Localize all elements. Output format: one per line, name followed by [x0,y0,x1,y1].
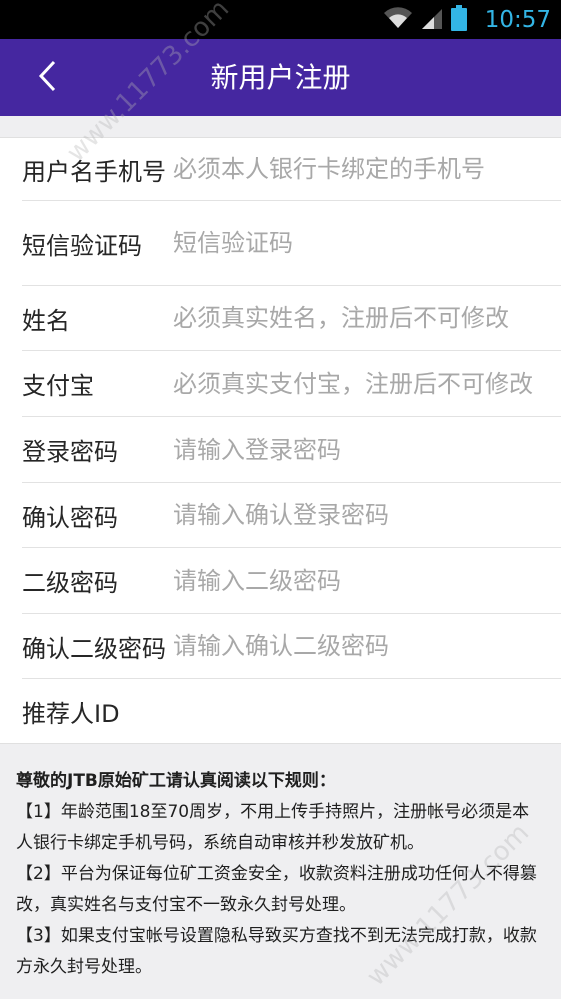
registration-form: 用户名手机号 短信验证码 姓名 支付宝 登录密码 确认密码 二级密码 确认二级密… [0,137,561,744]
form-row-confirm-password: 确认密码 [22,483,561,548]
phone-input[interactable] [173,138,561,200]
app-bar: 新用户注册 [0,39,561,116]
wifi-icon [383,6,413,34]
sms-code-label: 短信验证码 [22,231,142,260]
confirm-secondary-password-label: 确认二级密码 [22,634,166,663]
rules-section: 尊敬的JTB原始矿工请认真阅读以下规则： 【1】年龄范围18至70周岁，不用上传… [16,766,546,983]
alipay-label: 支付宝 [22,372,94,400]
form-row-name: 姓名 [22,286,561,351]
form-row-referrer: 推荐人ID [22,679,561,743]
name-label: 姓名 [22,306,70,335]
login-password-input[interactable] [173,417,561,482]
rule-item: 【1】年龄范围18至70周岁，不用上传手持照片，注册帐号必须是本人银行卡绑定手机… [16,802,530,853]
alipay-input[interactable] [173,351,561,416]
name-input[interactable] [173,286,561,350]
form-row-sms-code: 短信验证码 [22,201,561,286]
back-button[interactable] [22,53,72,103]
sms-code-input[interactable] [173,201,561,285]
form-row-secondary-password: 二级密码 [22,548,561,614]
login-password-label: 登录密码 [22,438,118,466]
secondary-password-label: 二级密码 [22,569,118,597]
form-row-login-password: 登录密码 [22,417,561,483]
form-row-phone: 用户名手机号 [22,138,561,201]
secondary-password-input[interactable] [173,548,561,613]
form-row-alipay: 支付宝 [22,351,561,417]
status-time: 10:57 [484,6,551,33]
confirm-password-label: 确认密码 [22,503,118,532]
status-icons: 10:57 [383,0,551,39]
form-row-confirm-secondary-password: 确认二级密码 [22,614,561,679]
rule-item: 【3】如果支付宝帐号设置隐私导致买方查找不到无法完成打款，收款方永久封号处理。 [16,926,537,977]
page-title: 新用户注册 [210,61,351,94]
chevron-left-icon [36,59,58,97]
status-bar: 10:57 [0,0,561,39]
phone-label: 用户名手机号 [22,157,166,186]
rule-item: 【2】平台为保证每位矿工资金安全，收款资料注册成功任何人不得篡改，真实姓名与支付… [16,864,537,915]
referrer-input[interactable] [173,679,561,743]
rules-title: 尊敬的JTB原始矿工请认真阅读以下规则： [16,771,336,791]
confirm-secondary-password-input[interactable] [173,614,561,678]
referrer-label: 推荐人ID [22,699,120,728]
confirm-password-input[interactable] [173,483,561,547]
signal-icon [421,6,443,34]
battery-icon [450,4,467,35]
